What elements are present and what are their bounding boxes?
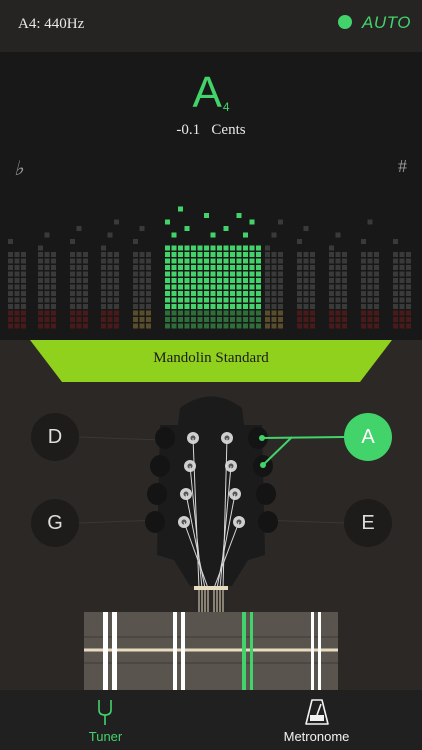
note-letter: A <box>192 68 222 117</box>
string-d-button[interactable]: D <box>31 413 79 461</box>
string-g-button[interactable]: G <box>31 499 79 547</box>
flat-icon: ♭ <box>14 158 24 180</box>
tab-tuner-label: Tuner <box>88 729 123 744</box>
tab-metronome-label: Metronome <box>283 729 350 744</box>
note-octave: 4 <box>222 100 230 114</box>
cents-readout: -0.1 Cents <box>0 122 422 139</box>
sharp-icon: # <box>398 156 407 176</box>
pitch-meter <box>8 206 411 329</box>
string-a-button[interactable]: A <box>344 413 392 461</box>
detected-note: A4 <box>0 70 422 130</box>
tuning-fork-icon <box>98 700 112 725</box>
tab-tuner[interactable]: Tuner <box>0 690 211 750</box>
auto-mode-toggle[interactable]: AUTO <box>362 13 411 33</box>
tuning-name[interactable]: Mandolin Standard <box>0 350 422 367</box>
string-e-button[interactable]: E <box>344 499 392 547</box>
auto-indicator-dot[interactable] <box>338 15 352 29</box>
cents-unit: Cents <box>211 122 246 138</box>
tab-metronome[interactable]: Metronome <box>211 690 422 750</box>
cents-value: -0.1 <box>176 122 201 138</box>
reference-pitch-label[interactable]: A4: 440Hz <box>18 16 84 33</box>
metronome-icon <box>305 699 329 725</box>
